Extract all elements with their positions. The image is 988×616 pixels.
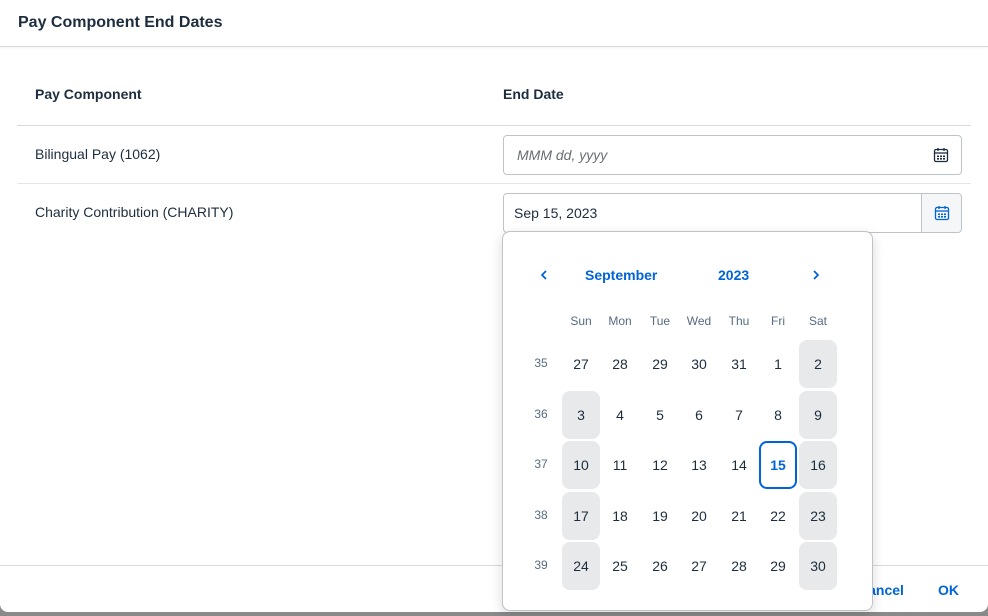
previous-month-button[interactable] [532, 264, 556, 286]
calendar-day[interactable]: 29 [641, 340, 679, 388]
week-number: 38 [534, 507, 548, 522]
chevron-left-icon [541, 270, 547, 280]
pay-component-name: Bilingual Pay (1062) [35, 146, 161, 162]
calendar-day[interactable]: 31 [720, 340, 758, 388]
end-date-picker[interactable]: Sep 15, 2023 [503, 193, 962, 233]
pay-component-name: Charity Contribution (CHARITY) [35, 204, 234, 220]
week-number: 39 [534, 558, 548, 572]
weekday-header: Tue [649, 314, 671, 328]
end-date-input[interactable]: MMM dd, yyyy [517, 147, 607, 163]
calendar-day[interactable]: 22 [759, 492, 797, 540]
calendar-day[interactable]: 27 [562, 340, 600, 388]
calendar-day[interactable]: 11 [601, 441, 639, 489]
calendar-day[interactable]: 28 [601, 340, 639, 388]
calendar-day[interactable]: 7 [720, 391, 758, 439]
end-date-input[interactable]: Sep 15, 2023 [514, 205, 597, 221]
calendar-day[interactable]: 30 [799, 542, 837, 590]
calendar-day[interactable]: 16 [799, 441, 837, 489]
table-row: Bilingual Pay (1062) MMM dd, yyyy [17, 126, 971, 184]
week-number: 36 [534, 406, 548, 421]
calendar-day[interactable]: 21 [720, 492, 758, 540]
calendar-day[interactable]: 20 [680, 492, 718, 540]
calendar-day[interactable]: 26 [641, 542, 679, 590]
weekday-header: Fri [771, 314, 785, 328]
calendar-day[interactable]: 10 [562, 441, 600, 489]
calendar-day[interactable]: 27 [680, 542, 718, 590]
calendar-day[interactable]: 4 [601, 391, 639, 439]
table-header: Pay Component End Date [17, 72, 971, 126]
dialog-header: Pay Component End Dates [0, 0, 988, 47]
chevron-right-icon [813, 270, 819, 280]
calendar-day[interactable]: 9 [799, 390, 837, 439]
month-button[interactable]: September [585, 267, 657, 283]
week-number: 37 [534, 457, 548, 471]
calendar-day[interactable]: 6 [680, 391, 718, 439]
calendar-day[interactable]: 29 [759, 542, 797, 590]
calendar-day[interactable]: 3 [562, 390, 600, 439]
calendar-icon [934, 206, 949, 221]
calendar-day[interactable]: 5 [641, 391, 679, 439]
calendar-day[interactable]: 12 [641, 441, 679, 489]
pay-component-table: Pay Component End Date Bilingual Pay (10… [17, 72, 971, 242]
weekday-header: Thu [728, 314, 750, 328]
calendar-day[interactable]: 28 [720, 542, 758, 590]
column-header-end-date: End Date [503, 86, 564, 102]
calendar-day[interactable]: 25 [601, 542, 639, 590]
dialog-title: Pay Component End Dates [18, 14, 223, 31]
calendar-day[interactable]: 15 [759, 441, 797, 489]
calendar-day[interactable]: 8 [759, 391, 797, 439]
weekday-header: Sat [808, 314, 827, 328]
calendar-day[interactable]: 18 [601, 492, 639, 540]
calendar-day[interactable]: 30 [680, 340, 718, 388]
calendar-popover: September 2023 Sun Mon Tue Wed Thu Fri Sat 35 27… [502, 231, 873, 611]
column-header-pay-component: Pay Component [35, 86, 142, 102]
calendar-day[interactable]: 23 [799, 491, 837, 540]
calendar-day[interactable]: 19 [641, 492, 679, 540]
calendar-icon [933, 148, 949, 163]
end-date-picker[interactable]: MMM dd, yyyy [503, 135, 962, 175]
calendar-day[interactable]: 13 [680, 441, 718, 489]
ok-button[interactable]: OK [938, 582, 959, 598]
weekday-header: Mon [608, 314, 632, 328]
weekday-header: Wed [686, 314, 712, 328]
weekday-header: Sun [570, 314, 592, 328]
calendar-day[interactable]: 2 [799, 340, 837, 388]
calendar-day[interactable]: 24 [562, 542, 600, 590]
calendar-day[interactable]: 17 [562, 491, 600, 540]
next-month-button[interactable] [804, 264, 828, 286]
year-button[interactable]: 2023 [718, 267, 749, 283]
calendar-header: September 2023 [503, 232, 872, 318]
calendar-day[interactable]: 14 [720, 441, 758, 489]
week-number: 35 [534, 356, 548, 370]
calendar-day[interactable]: 1 [759, 340, 797, 388]
calendar-button[interactable] [921, 194, 961, 232]
calendar-button[interactable] [921, 136, 961, 174]
